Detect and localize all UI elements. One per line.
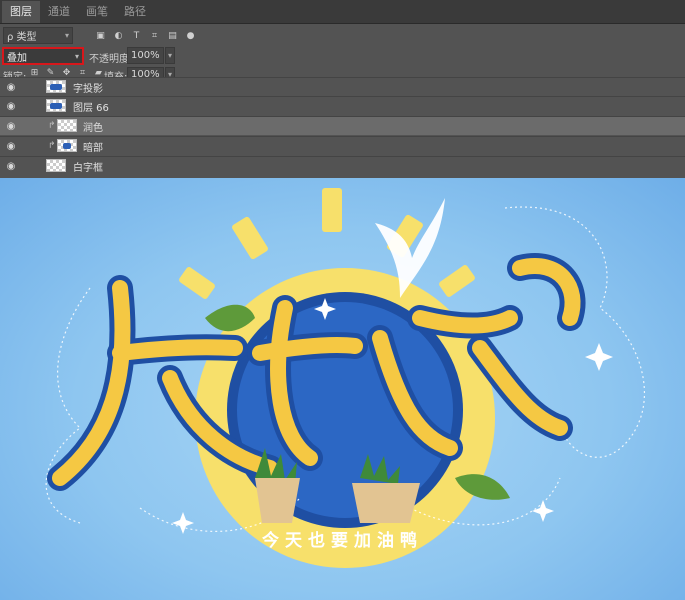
adjustment-filter-icon[interactable]: ◐ xyxy=(114,31,123,41)
chevron-down-icon: ▾ xyxy=(74,51,79,61)
tab-layers[interactable]: 图层 xyxy=(2,1,40,23)
blend-mode-value: 叠加 xyxy=(7,52,27,64)
layers-panel: 图层 通道 画笔 路径 ρ 类型 ▾ ▣ ◐ T ⌗ ▤ ● 叠加 ▾ 不透明度… xyxy=(0,0,685,178)
layer-name: 暗部 xyxy=(83,142,103,154)
filter-icons: ▣ ◐ T ⌗ ▤ ● xyxy=(96,27,195,45)
layer-row[interactable]: ◉ 白字框 xyxy=(0,156,685,175)
layer-filter-select[interactable]: ρ 类型 ▾ xyxy=(3,27,73,44)
tab-brushes[interactable]: 画笔 xyxy=(78,1,116,23)
clipping-mask-icon: ↱ xyxy=(48,141,56,151)
pixel-filter-icon[interactable]: ▣ xyxy=(96,31,105,41)
opacity-field[interactable]: 100% xyxy=(127,47,164,64)
clipping-mask-icon: ↱ xyxy=(48,121,56,131)
visibility-eye-icon[interactable]: ◉ xyxy=(5,121,17,132)
shape-filter-icon[interactable]: ⌗ xyxy=(150,31,159,41)
layer-name: 字投影 xyxy=(73,83,103,95)
panel-tab-bar: 图层 通道 画笔 路径 xyxy=(0,0,685,24)
layer-thumbnail xyxy=(46,159,66,172)
layer-row[interactable]: ◉ 字投影 xyxy=(0,77,685,96)
layer-name: 润色 xyxy=(83,122,103,134)
filter-toggle-icon[interactable]: ● xyxy=(186,31,195,41)
layer-name: 图层 66 xyxy=(73,102,109,114)
opacity-label: 不透明度: xyxy=(89,54,133,65)
slogan-text: 今天也要加油鸭 xyxy=(262,531,423,551)
layer-thumbnail xyxy=(46,99,66,112)
chevron-down-icon: ▾ xyxy=(64,31,69,40)
opacity-value: 100% xyxy=(131,50,160,61)
layer-thumbnail xyxy=(57,119,77,132)
layer-thumbnail xyxy=(46,80,66,93)
document-canvas[interactable]: 今天也要加油鸭 xyxy=(0,178,685,600)
blend-mode-select[interactable]: 叠加 ▾ xyxy=(2,47,84,65)
layer-row[interactable]: ◉ ↱ 暗部 xyxy=(0,136,685,155)
blend-row: 叠加 ▾ 不透明度: 100% ▾ xyxy=(0,47,685,65)
layer-list: ◉ 字投影 ◉ 图层 66 ◉ ↱ 润色 ◉ ↱ 暗部 ◉ 白字框 xyxy=(0,77,685,178)
smart-object-filter-icon[interactable]: ▤ xyxy=(168,31,177,41)
layer-row-selected[interactable]: ◉ ↱ 润色 xyxy=(0,116,685,135)
visibility-eye-icon[interactable]: ◉ xyxy=(5,161,17,172)
visibility-eye-icon[interactable]: ◉ xyxy=(5,141,17,152)
visibility-eye-icon[interactable]: ◉ xyxy=(5,82,17,93)
filter-label: ρ 类型 xyxy=(7,32,37,43)
filter-row: ρ 类型 ▾ ▣ ◐ T ⌗ ▤ ● xyxy=(0,27,685,45)
tab-paths[interactable]: 路径 xyxy=(116,1,154,23)
type-filter-icon[interactable]: T xyxy=(132,31,141,41)
opacity-dropdown[interactable]: ▾ xyxy=(165,47,175,64)
layer-name: 白字框 xyxy=(73,162,103,174)
tab-channels[interactable]: 通道 xyxy=(40,1,78,23)
layer-row[interactable]: ◉ 图层 66 xyxy=(0,96,685,115)
layer-thumbnail xyxy=(57,139,77,152)
chevron-down-icon: ▾ xyxy=(167,51,172,60)
visibility-eye-icon[interactable]: ◉ xyxy=(5,101,17,112)
